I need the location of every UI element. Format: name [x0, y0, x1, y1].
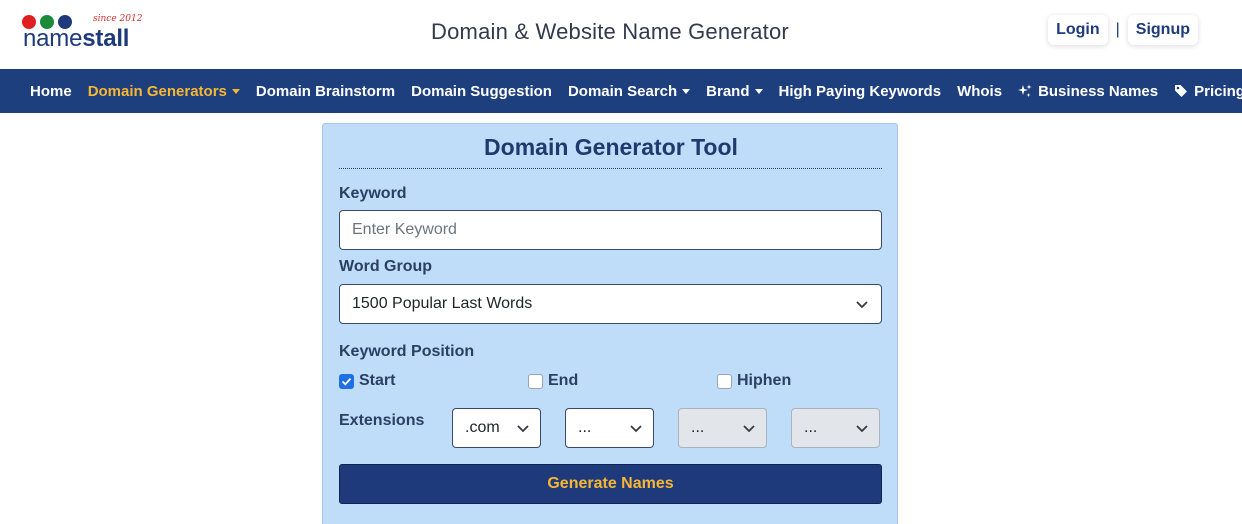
nav-brand-label: Brand: [706, 82, 750, 100]
caret-down-icon: [682, 89, 691, 94]
position-start-checkbox[interactable]: Start: [339, 372, 395, 390]
nav-high-paying-keywords[interactable]: High Paying Keywords: [771, 83, 950, 100]
title-divider: [339, 168, 882, 169]
nav-brand[interactable]: Brand: [698, 83, 770, 100]
caret-down-icon: [754, 89, 763, 94]
login-button[interactable]: Login: [1048, 15, 1108, 45]
nav-domain-generators[interactable]: Domain Generators: [80, 83, 248, 100]
nav-domain-search[interactable]: Domain Search: [560, 83, 698, 100]
checkbox-checked-icon: [339, 373, 354, 389]
nav-pricing[interactable]: Pricing: [1166, 83, 1242, 100]
nav-high-paying-keywords-label: High Paying Keywords: [778, 82, 942, 100]
nav-whois[interactable]: Whois: [949, 83, 1010, 100]
chevron-down-icon: [855, 421, 869, 435]
position-end-checkbox[interactable]: End: [528, 372, 578, 390]
tool-title: Domain Generator Tool: [484, 134, 738, 160]
keyword-label: Keyword: [339, 185, 407, 202]
nav-home-label: Home: [30, 82, 72, 100]
keyword-placeholder: Enter Keyword: [352, 221, 457, 238]
chevron-down-icon: [629, 421, 643, 435]
keyword-input[interactable]: Enter Keyword: [339, 210, 882, 250]
signup-button[interactable]: Signup: [1127, 15, 1198, 45]
position-hiphen-checkbox[interactable]: Hiphen: [717, 372, 791, 390]
extension-value-2: ...: [578, 419, 592, 436]
extension-value-1: .com: [465, 419, 500, 436]
keyword-position-group: Start End Hiphen: [339, 372, 882, 392]
nav-pricing-label: Pricing: [1194, 82, 1242, 100]
nav-domain-brainstorm-label: Domain Brainstorm: [255, 82, 396, 100]
extension-value-4: ...: [804, 419, 818, 436]
extensions-label: Extensions: [339, 412, 425, 429]
extension-value-3: ...: [691, 419, 705, 436]
nav-domain-search-label: Domain Search: [567, 82, 678, 100]
generate-names-button[interactable]: Generate Names: [339, 464, 882, 504]
auth-separator: |: [1115, 21, 1120, 38]
checkbox-empty-icon: [528, 373, 543, 389]
chevron-down-icon: [516, 421, 530, 435]
nav-domain-generators-label: Domain Generators: [87, 82, 227, 100]
auth-links: Login | Signup: [1048, 15, 1198, 45]
keyword-position-label: Keyword Position: [339, 343, 475, 360]
domain-generator-card: Domain Generator Tool Keyword Enter Keyw…: [322, 123, 898, 524]
nav-domain-brainstorm[interactable]: Domain Brainstorm: [248, 83, 403, 100]
nav-business-names-label: Business Names: [1038, 82, 1159, 100]
extension-select-2[interactable]: ...: [565, 408, 654, 448]
extension-select-4[interactable]: ...: [791, 408, 880, 448]
nav-whois-label: Whois: [957, 82, 1003, 100]
site-header: since 2012 namestall Domain & Website Na…: [0, 0, 1242, 69]
nav-home[interactable]: Home: [22, 83, 80, 100]
extension-select-1[interactable]: .com: [452, 408, 541, 448]
extension-select-3[interactable]: ...: [678, 408, 767, 448]
position-start-label: Start: [359, 372, 396, 389]
chevron-down-icon: [855, 297, 869, 311]
word-group-label: Word Group: [339, 258, 433, 275]
checkbox-empty-icon: [717, 373, 732, 389]
word-group-select[interactable]: 1500 Popular Last Words: [339, 284, 882, 324]
caret-down-icon: [231, 89, 240, 94]
tag-icon: [1174, 84, 1188, 98]
nav-domain-suggestion-label: Domain Suggestion: [411, 82, 552, 100]
nav-domain-suggestion[interactable]: Domain Suggestion: [403, 83, 560, 100]
word-group-value: 1500 Popular Last Words: [352, 295, 533, 312]
page-title: Domain & Website Name Generator: [431, 19, 789, 44]
position-end-label: End: [548, 372, 579, 389]
main-navbar: Home Domain Generators Domain Brainstorm…: [0, 69, 1242, 113]
nav-business-names[interactable]: Business Names: [1010, 83, 1166, 100]
sparkles-icon: [1018, 84, 1032, 98]
chevron-down-icon: [742, 421, 756, 435]
position-hiphen-label: Hiphen: [737, 372, 792, 389]
